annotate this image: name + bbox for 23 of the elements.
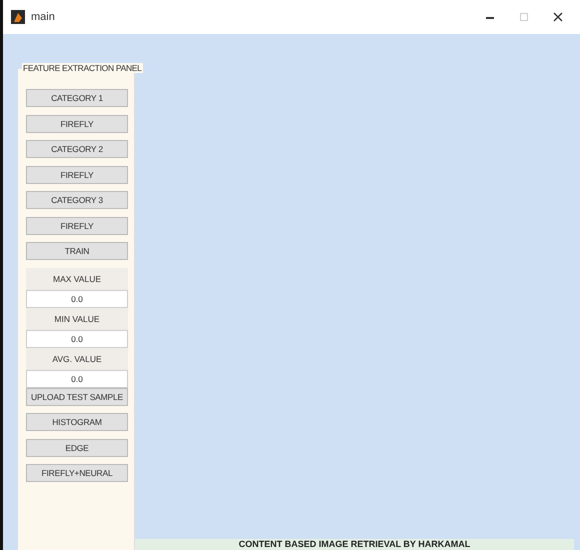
panel-button[interactable]: EDGE bbox=[26, 438, 128, 456]
close-icon bbox=[553, 12, 563, 22]
panel-button[interactable]: FIREFLY bbox=[26, 216, 128, 234]
value-label: MIN VALUE bbox=[26, 308, 128, 330]
panel-button[interactable]: TRAIN bbox=[26, 242, 128, 260]
panel-button[interactable]: UPLOAD TEST SAMPLE bbox=[26, 388, 128, 406]
panel-button[interactable]: FIREFLY+NEURAL bbox=[26, 464, 128, 482]
value-field[interactable]: 0.0 bbox=[26, 330, 128, 348]
window-title: main bbox=[31, 11, 56, 23]
panel-button[interactable]: FIREFLY bbox=[26, 114, 128, 132]
value-label: MAX VALUE bbox=[26, 268, 128, 290]
maximize-icon bbox=[519, 12, 529, 22]
value-label: AVG. VALUE bbox=[26, 348, 128, 370]
panel-title: FEATURE EXTRACTION PANEL bbox=[22, 63, 143, 73]
panel-button[interactable]: HISTOGRAM bbox=[26, 413, 128, 431]
value-field[interactable]: 0.0 bbox=[26, 290, 128, 308]
panel-button[interactable]: CATEGORY 1 bbox=[26, 89, 128, 107]
banner-text: CONTENT BASED IMAGE RETRIEVAL BY HARKAMAL bbox=[238, 539, 470, 550]
panel-button[interactable]: FIREFLY bbox=[26, 166, 128, 184]
panel-button[interactable]: CATEGORY 2 bbox=[26, 140, 128, 158]
app-icon bbox=[11, 10, 25, 24]
panel-button[interactable]: CATEGORY 3 bbox=[26, 191, 128, 209]
value-field[interactable]: 0.0 bbox=[26, 370, 128, 388]
